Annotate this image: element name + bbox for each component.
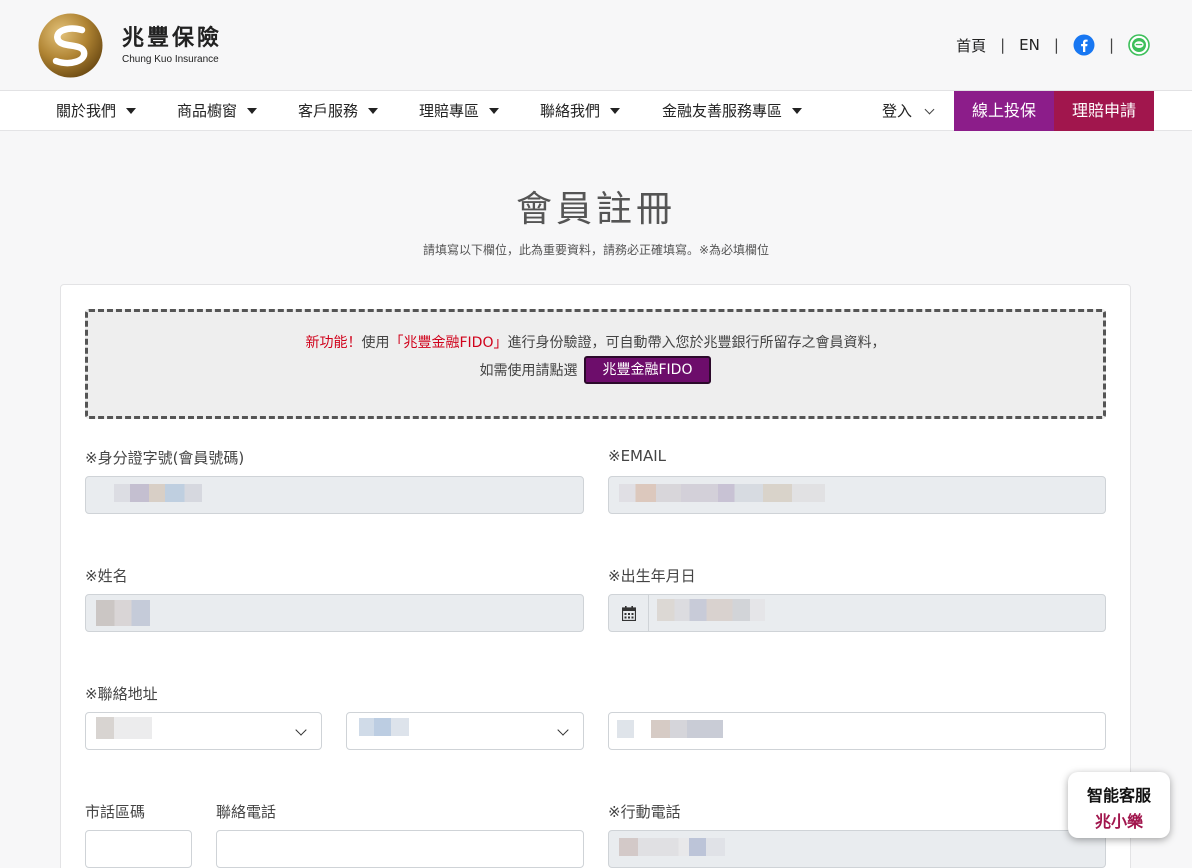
phone-field[interactable]	[216, 830, 584, 868]
nav-item-customer-service[interactable]: 客戶服務	[298, 91, 379, 131]
birthdate-label: ※出生年月日	[608, 567, 696, 585]
masked-value	[619, 484, 825, 502]
nav-item-label: 金融友善服務專區	[662, 102, 783, 120]
mobile-label: ※行動電話	[608, 803, 681, 821]
masked-value	[114, 484, 202, 502]
address-label: ※聯絡地址	[85, 685, 158, 703]
nav-item-label: 商品櫥窗	[177, 102, 238, 120]
masked-value	[96, 717, 152, 739]
area-code-label: 市話區碼	[85, 803, 146, 821]
masked-value	[96, 600, 150, 626]
masked-value	[617, 720, 723, 738]
email-field[interactable]	[608, 476, 1106, 514]
nav-item-label: 理賠專區	[419, 102, 480, 120]
address-detail-field[interactable]	[608, 712, 1106, 750]
masked-value	[619, 838, 725, 856]
nav-item-contact[interactable]: 聯絡我們	[540, 91, 621, 131]
language-link[interactable]: EN	[1019, 36, 1040, 54]
fido-notice-line2: 如需使用請點選 兆豐金融FIDO	[88, 356, 1103, 384]
area-code-field[interactable]	[85, 830, 192, 868]
caret-down-icon	[610, 108, 621, 114]
login-menu[interactable]: 登入	[882, 91, 935, 131]
mobile-field[interactable]	[608, 830, 1106, 868]
caret-down-icon	[247, 108, 258, 114]
page-subtitle: 請填寫以下欄位，此為重要資料，請務必正確填寫。※為必填欄位	[422, 243, 770, 257]
id-number-label: ※身分證字號(會員號碼)	[85, 449, 245, 467]
masked-value	[657, 599, 765, 621]
calendar-icon-box[interactable]	[609, 595, 649, 631]
city-select[interactable]	[85, 712, 322, 750]
fido-notice-line1: 新功能！使用「兆豐金融FIDO」進行身份驗證，可自動帶入您於兆豐銀行所留存之會員…	[88, 332, 1103, 352]
brand-name-cn: 兆豐保險	[122, 26, 223, 51]
masked-value	[359, 718, 409, 736]
facebook-icon[interactable]	[1073, 34, 1095, 56]
fido-line2-text: 如需使用請點選	[479, 363, 578, 379]
separator: |	[1108, 36, 1114, 54]
fido-notice: 新功能！使用「兆豐金融FIDO」進行身份驗證，可自動帶入您於兆豐銀行所留存之會員…	[85, 309, 1106, 419]
chatbot-line1: 智能客服	[1086, 786, 1151, 805]
nav-item-about[interactable]: 關於我們	[56, 91, 137, 131]
fido-button[interactable]: 兆豐金融FIDO	[583, 356, 712, 384]
nav-item-claims[interactable]: 理賠專區	[419, 91, 500, 131]
nav-item-products[interactable]: 商品櫥窗	[177, 91, 258, 131]
logo-mark-icon	[38, 13, 103, 78]
district-select[interactable]	[346, 712, 584, 750]
claim-apply-button[interactable]: 理賠申請	[1054, 91, 1154, 131]
nav-item-label: 客戶服務	[298, 102, 359, 120]
page-title: 會員註冊	[515, 189, 676, 230]
new-feature-label: 新功能！	[305, 335, 362, 351]
chatbot-line2: 兆小樂	[1094, 812, 1143, 831]
name-label: ※姓名	[85, 567, 128, 585]
caret-down-icon	[489, 108, 500, 114]
nav-item-financial-friendly[interactable]: 金融友善服務專區	[662, 91, 803, 131]
nav-item-label: 關於我們	[56, 102, 117, 120]
caret-down-icon	[368, 108, 379, 114]
top-links: 首頁 | EN | |	[956, 34, 1150, 56]
name-field[interactable]	[85, 594, 584, 632]
brand-name-en: Chung Kuo Insurance	[122, 54, 219, 65]
line-icon[interactable]	[1128, 34, 1150, 56]
home-link[interactable]: 首頁	[956, 35, 986, 56]
fido-name: 「兆豐金融FIDO」	[389, 335, 508, 351]
chevron-down-icon	[924, 104, 935, 114]
birthdate-field[interactable]	[608, 594, 1106, 632]
separator: |	[1053, 36, 1059, 54]
separator: |	[1000, 36, 1006, 54]
chatbot-widget[interactable]: 智能客服 兆小樂	[1068, 772, 1170, 838]
site-header: 兆豐保險 Chung Kuo Insurance 首頁 | EN | |	[0, 0, 1192, 91]
email-label: ※EMAIL	[608, 447, 667, 465]
fido-text-a: 使用	[361, 335, 390, 351]
nav-item-label: 聯絡我們	[540, 102, 601, 120]
chevron-down-icon	[295, 724, 307, 736]
fido-text-b: 進行身份驗證，可自動帶入您於兆豐銀行所留存之會員資料，	[507, 335, 886, 351]
id-number-field[interactable]	[85, 476, 584, 514]
calendar-icon	[621, 605, 636, 621]
caret-down-icon	[126, 108, 137, 114]
phone-label: 聯絡電話	[216, 803, 277, 821]
caret-down-icon	[792, 108, 803, 114]
brand-logo[interactable]: 兆豐保險 Chung Kuo Insurance	[38, 13, 222, 78]
chevron-down-icon	[557, 724, 569, 736]
buy-online-button[interactable]: 線上投保	[954, 91, 1054, 131]
login-label: 登入	[882, 102, 913, 120]
